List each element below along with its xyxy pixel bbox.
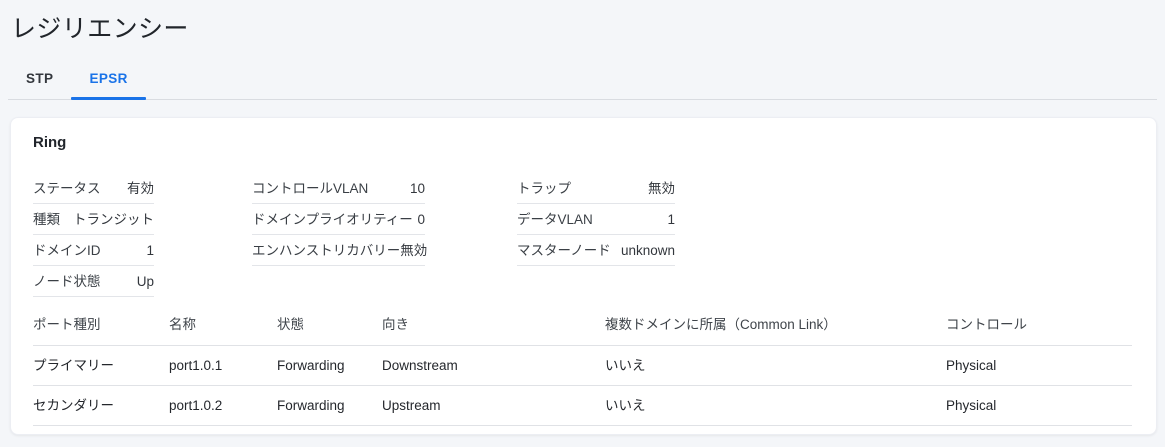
ring-summary-column-1: ステータス 有効 種類 トランジット ドメインID 1 ノード状態 Up	[33, 173, 154, 297]
table-row-primary: プライマリー port1.0.1 Forwarding Downstream い…	[33, 346, 1132, 386]
column-header-direction: 向き	[382, 309, 605, 346]
ports-table: ポート種別 名称 状態 向き 複数ドメインに所属（Common Link） コン…	[33, 309, 1132, 426]
field-data-vlan-value: 1	[667, 212, 675, 228]
cell-port-type: プライマリー	[33, 346, 169, 386]
cell-common-link: いいえ	[605, 346, 946, 386]
field-domain-id: ドメインID 1	[33, 235, 154, 266]
field-master-node: マスターノード unknown	[517, 235, 675, 266]
tab-bar: STP EPSR	[8, 58, 1157, 100]
field-trap-value: 無効	[648, 181, 675, 197]
field-trap: トラップ 無効	[517, 173, 675, 204]
field-enhanced-recovery-value: 無効	[400, 243, 427, 259]
resiliency-page: レジリエンシー STP EPSR Ring ステータス 有効 種類 トランジット…	[0, 0, 1165, 435]
field-master-node-label: マスターノード	[517, 243, 611, 259]
field-domain-priority: ドメインプライオリティー 0	[252, 204, 425, 235]
tab-epsr[interactable]: EPSR	[71, 58, 145, 99]
cell-state: Forwarding	[277, 386, 382, 426]
cell-common-link: いいえ	[605, 386, 946, 426]
column-header-name: 名称	[169, 309, 277, 346]
table-row-secondary: セカンダリー port1.0.2 Forwarding Upstream いいえ…	[33, 386, 1132, 426]
field-control-vlan: コントロールVLAN 10	[252, 173, 425, 204]
cell-name: port1.0.2	[169, 386, 277, 426]
cell-port-type: セカンダリー	[33, 386, 169, 426]
field-type-value: トランジット	[73, 212, 154, 228]
field-status-value: 有効	[127, 181, 154, 197]
column-header-control: コントロール	[946, 309, 1132, 346]
field-enhanced-recovery-label: エンハンストリカバリー	[252, 243, 400, 259]
cell-name: port1.0.1	[169, 346, 277, 386]
field-node-state: ノード状態 Up	[33, 266, 154, 297]
field-status-label: ステータス	[33, 181, 101, 197]
field-control-vlan-label: コントロールVLAN	[252, 181, 368, 197]
column-header-common-link: 複数ドメインに所属（Common Link）	[605, 309, 946, 346]
field-domain-id-label: ドメインID	[33, 243, 101, 259]
field-master-node-value: unknown	[621, 243, 675, 259]
field-status: ステータス 有効	[33, 173, 154, 204]
field-control-vlan-value: 10	[410, 181, 425, 197]
field-trap-label: トラップ	[517, 181, 571, 197]
ports-table-header-row: ポート種別 名称 状態 向き 複数ドメインに所属（Common Link） コン…	[33, 309, 1132, 346]
field-data-vlan-label: データVLAN	[517, 212, 593, 228]
field-domain-priority-value: 0	[417, 212, 425, 228]
field-type-label: 種類	[33, 212, 60, 228]
cell-direction: Upstream	[382, 386, 605, 426]
cell-control: Physical	[946, 386, 1132, 426]
tab-stp-label: STP	[26, 71, 53, 86]
field-domain-priority-label: ドメインプライオリティー	[252, 212, 413, 228]
ring-summary-column-2: コントロールVLAN 10 ドメインプライオリティー 0 エンハンストリカバリー…	[252, 173, 425, 297]
section-title-ring: Ring	[33, 134, 1132, 152]
ring-card: Ring ステータス 有効 種類 トランジット ドメインID 1 ノード状態 U…	[10, 117, 1157, 435]
field-node-state-label: ノード状態	[33, 274, 101, 290]
ring-summary-column-3: トラップ 無効 データVLAN 1 マスターノード unknown	[517, 173, 675, 297]
column-header-state: 状態	[277, 309, 382, 346]
cell-state: Forwarding	[277, 346, 382, 386]
ring-summary: ステータス 有効 種類 トランジット ドメインID 1 ノード状態 Up	[33, 173, 1132, 297]
field-domain-id-value: 1	[146, 243, 154, 259]
column-header-port-type: ポート種別	[33, 309, 169, 346]
cell-direction: Downstream	[382, 346, 605, 386]
field-node-state-value: Up	[137, 274, 154, 290]
field-enhanced-recovery: エンハンストリカバリー 無効	[252, 235, 425, 266]
tab-stp[interactable]: STP	[8, 58, 71, 99]
page-title: レジリエンシー	[0, 0, 1165, 44]
cell-control: Physical	[946, 346, 1132, 386]
field-data-vlan: データVLAN 1	[517, 204, 675, 235]
field-type: 種類 トランジット	[33, 204, 154, 235]
tab-epsr-label: EPSR	[89, 71, 127, 86]
